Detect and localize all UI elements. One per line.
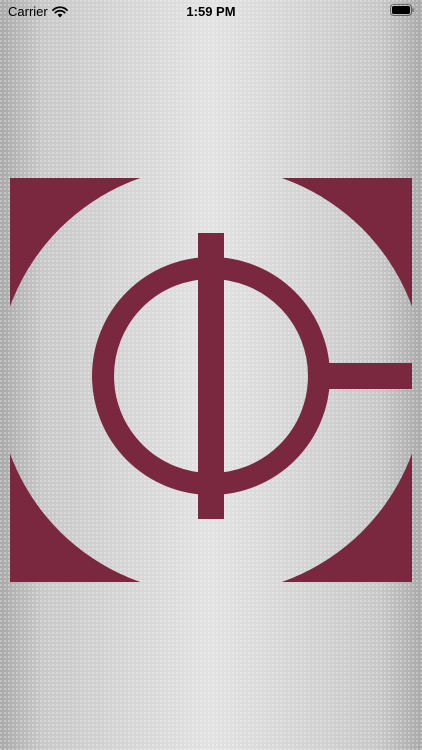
status-bar: Carrier 1:59 PM (0, 0, 422, 24)
company-logo-icon (10, 178, 412, 582)
battery-icon (390, 4, 414, 16)
status-time: 1:59 PM (186, 4, 236, 19)
